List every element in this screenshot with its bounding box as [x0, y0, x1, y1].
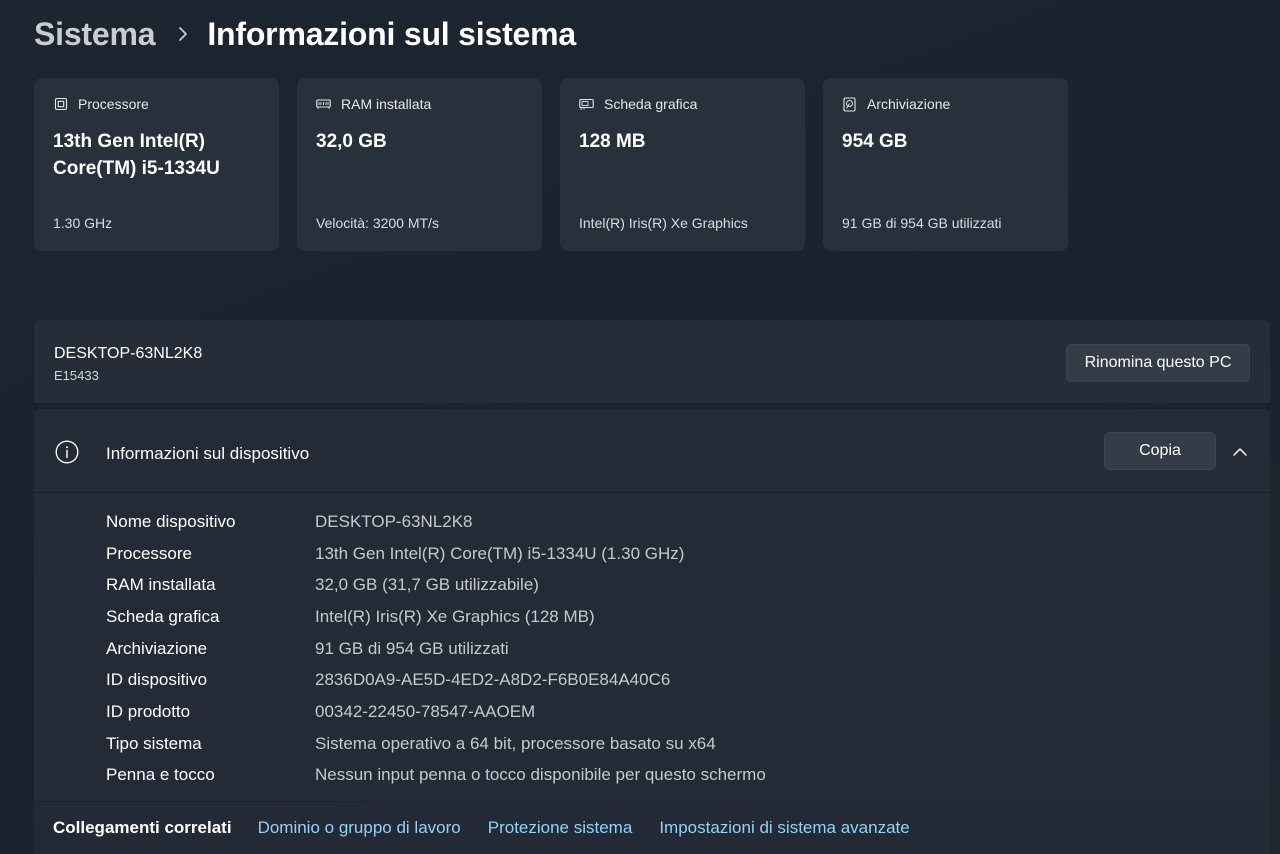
device-specs-header[interactable]: Informazioni sul dispositivo Copia: [34, 409, 1270, 493]
rename-pc-button[interactable]: Rinomina questo PC: [1066, 344, 1250, 382]
card-gpu: Scheda grafica 128 MB Intel(R) Iris(R) X…: [560, 78, 805, 251]
spec-row: Processore 13th Gen Intel(R) Core(TM) i5-…: [106, 538, 766, 570]
spec-row: ID prodotto 00342-22450-78547-AAOEM: [106, 696, 766, 728]
link-system-protection[interactable]: Protezione sistema: [488, 818, 633, 838]
spec-value: 13th Gen Intel(R) Core(TM) i5-1334U (1.3…: [315, 543, 685, 563]
spec-label: ID prodotto: [106, 701, 191, 721]
spec-label: Tipo sistema: [106, 733, 202, 753]
breadcrumb: Sistema Informazioni sul sistema: [34, 12, 576, 56]
spec-label: ID dispositivo: [106, 670, 208, 690]
gpu-icon: [579, 97, 594, 112]
link-domain-workgroup[interactable]: Dominio o gruppo di lavoro: [258, 818, 461, 838]
spec-cards: Processore 13th Gen Intel(R) Core(TM) i5…: [34, 78, 1068, 251]
card-processor: Processore 13th Gen Intel(R) Core(TM) i5…: [34, 78, 279, 251]
card-value: 954 GB: [842, 131, 908, 152]
card-subtitle: Velocità: 3200 MT/s: [316, 215, 439, 231]
spec-label: RAM installata: [106, 575, 216, 595]
processor-icon: [53, 97, 68, 112]
spec-value: 32,0 GB (31,7 GB utilizzabile): [315, 575, 539, 595]
card-title: RAM installata: [341, 96, 432, 112]
ram-icon: [316, 97, 331, 112]
breadcrumb-parent[interactable]: Sistema: [34, 16, 156, 53]
card-subtitle: 91 GB di 954 GB utilizzati: [842, 215, 1002, 231]
spec-row: Penna e tocco Nessun input penna o tocco …: [106, 760, 766, 792]
chevron-up-icon[interactable]: [1232, 444, 1248, 460]
spec-row: RAM installata 32,0 GB (31,7 GB utilizzab…: [106, 569, 766, 601]
info-icon: [55, 440, 79, 464]
spec-row: Tipo sistema Sistema operativo a 64 bit, …: [106, 728, 766, 760]
spec-label: Archiviazione: [106, 638, 208, 658]
spec-label: Processore: [106, 543, 192, 563]
copy-button[interactable]: Copia: [1104, 432, 1216, 470]
link-advanced-system-settings[interactable]: Impostazioni di sistema avanzate: [659, 818, 909, 838]
chevron-right-icon: [177, 26, 189, 42]
spec-value: 2836D0A9-AE5D-4ED2-A8D2-F6B0E84A40C6: [315, 670, 671, 690]
spec-list: Nome dispositivo DESKTOP-63NL2K8 Processo…: [106, 506, 766, 791]
spec-row: ID dispositivo 2836D0A9-AE5D-4ED2-A8D2-F6…: [106, 664, 766, 696]
card-value: 13th Gen Intel(R) Core(TM) i5-1334U: [53, 131, 220, 179]
device-specs-panel: Informazioni sul dispositivo Copia Nome …: [34, 409, 1270, 801]
spec-label: Nome dispositivo: [106, 511, 236, 531]
storage-icon: [842, 96, 857, 112]
card-title: Archiviazione: [867, 96, 951, 112]
spec-row: Archiviazione 91 GB di 954 GB utilizzati: [106, 633, 766, 665]
card-subtitle: Intel(R) Iris(R) Xe Graphics: [579, 215, 748, 231]
card-title: Scheda grafica: [604, 96, 698, 112]
pc-name: DESKTOP-63NL2K8: [54, 345, 203, 362]
card-storage: Archiviazione 954 GB 91 GB di 954 GB uti…: [823, 78, 1068, 251]
spec-value: DESKTOP-63NL2K8: [315, 511, 473, 531]
spec-label: Scheda grafica: [106, 606, 220, 626]
card-subtitle: 1.30 GHz: [53, 215, 113, 231]
spec-value: Intel(R) Iris(R) Xe Graphics (128 MB): [315, 606, 595, 626]
card-title: Processore: [78, 96, 149, 112]
device-specs-title: Informazioni sul dispositivo: [106, 444, 310, 463]
spec-row: Scheda grafica Intel(R) Iris(R) Xe Graphi…: [106, 601, 766, 633]
pc-model: E15433: [54, 368, 99, 383]
page-title: Informazioni sul sistema: [207, 15, 576, 52]
spec-value: Nessun input penna o tocco disponibile p…: [315, 765, 766, 785]
card-ram: RAM installata 32,0 GB Velocità: 3200 MT…: [297, 78, 542, 251]
spec-label: Penna e tocco: [106, 765, 215, 785]
card-value: 128 MB: [579, 131, 646, 152]
spec-row: Nome dispositivo DESKTOP-63NL2K8: [106, 506, 766, 538]
spec-value: 91 GB di 954 GB utilizzati: [315, 638, 509, 658]
related-links-label: Collegamenti correlati: [53, 818, 232, 837]
pc-name-row: DESKTOP-63NL2K8 E15433 Rinomina questo P…: [34, 320, 1270, 403]
spec-value: Sistema operativo a 64 bit, processore b…: [315, 733, 716, 753]
spec-value: 00342-22450-78547-AAOEM: [315, 701, 536, 721]
related-links: Collegamenti correlati Dominio o gruppo …: [34, 802, 1270, 854]
card-value: 32,0 GB: [316, 131, 387, 152]
